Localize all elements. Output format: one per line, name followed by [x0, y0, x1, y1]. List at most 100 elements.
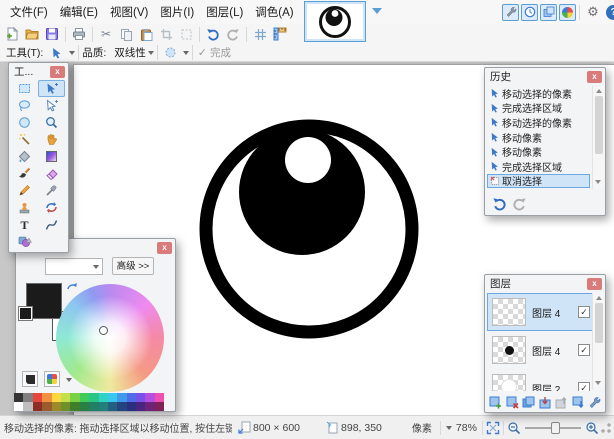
- swap-colors-icon[interactable]: [66, 281, 78, 293]
- palette-swatch[interactable]: [33, 393, 42, 402]
- palette-swatch[interactable]: [155, 393, 164, 402]
- zoom-out-button[interactable]: [507, 421, 521, 435]
- palette-swatch[interactable]: [23, 402, 32, 411]
- tool-ellipse-select[interactable]: [11, 114, 38, 131]
- tool-paintbrush[interactable]: [11, 165, 38, 182]
- palette-swatch[interactable]: [61, 402, 70, 411]
- deselect-button[interactable]: [176, 25, 196, 43]
- history-item[interactable]: 移动选择的像素: [487, 115, 590, 130]
- zoom-to-window-button[interactable]: [486, 421, 500, 435]
- tool-clone-stamp[interactable]: [11, 199, 38, 216]
- layers-window-toggle[interactable]: [540, 4, 557, 21]
- scroll-up-icon[interactable]: [596, 296, 602, 300]
- resize-grip[interactable]: [600, 422, 612, 434]
- tool-rectangle-select[interactable]: [11, 80, 38, 97]
- tool-move-selection[interactable]: [38, 97, 65, 114]
- tool-gradient[interactable]: [38, 148, 65, 165]
- zoom-level-value[interactable]: 78%: [456, 422, 477, 434]
- delete-layer-button[interactable]: [505, 395, 520, 410]
- rulers-toggle-button[interactable]: [270, 25, 290, 43]
- palette-swatch[interactable]: [52, 393, 61, 402]
- scroll-down-icon[interactable]: [595, 180, 601, 184]
- palette-swatch[interactable]: [14, 393, 23, 402]
- history-window-toggle[interactable]: [521, 4, 538, 21]
- history-scroll-thumb[interactable]: [595, 96, 603, 154]
- layer-row[interactable]: 图层 2 ✓: [487, 369, 593, 391]
- palette-swatch[interactable]: [89, 393, 98, 402]
- history-scrollbar[interactable]: [592, 86, 604, 189]
- history-panel-close-button[interactable]: x: [587, 71, 602, 83]
- tools-window-toggle[interactable]: [502, 4, 519, 21]
- quality-value[interactable]: 双线性: [114, 45, 146, 60]
- palette-swatch[interactable]: [117, 393, 126, 402]
- layer-properties-button[interactable]: [587, 395, 602, 410]
- history-item[interactable]: 移动像素: [487, 130, 590, 145]
- quality-dropdown-caret[interactable]: [148, 51, 154, 55]
- tool-line-curve[interactable]: [38, 216, 65, 233]
- advanced-colors-button[interactable]: 高级 >>: [112, 257, 154, 275]
- scroll-down-icon[interactable]: [595, 381, 601, 385]
- palette-swatch[interactable]: [145, 393, 154, 402]
- move-layer-down-button[interactable]: [571, 395, 586, 410]
- color-wheel-cursor[interactable]: [99, 326, 108, 335]
- colors-window-toggle[interactable]: [559, 4, 576, 21]
- zoom-in-button[interactable]: [585, 421, 599, 435]
- palette-swatch[interactable]: [23, 393, 32, 402]
- palette-swatch[interactable]: [136, 393, 145, 402]
- tool-dropdown-caret[interactable]: [69, 51, 75, 55]
- palette-swatch[interactable]: [80, 393, 89, 402]
- menu-image[interactable]: 图片(I): [154, 4, 200, 20]
- add-to-palette-button[interactable]: [22, 371, 38, 387]
- color-wheel[interactable]: [56, 284, 164, 392]
- help-button[interactable]: ?: [606, 5, 614, 20]
- image-tab[interactable]: [304, 1, 366, 42]
- history-panel-titlebar[interactable]: 历史 x: [485, 68, 605, 84]
- menu-view[interactable]: 视图(V): [104, 4, 154, 20]
- merge-layer-down-button[interactable]: [538, 395, 553, 410]
- menu-layers[interactable]: 图层(L): [200, 4, 249, 20]
- palette-swatch[interactable]: [42, 402, 51, 411]
- layers-scroll-thumb[interactable]: [595, 303, 603, 343]
- finish-button[interactable]: 完成: [210, 45, 231, 60]
- duplicate-layer-button[interactable]: [521, 395, 536, 410]
- tool-zoom[interactable]: [38, 114, 65, 131]
- palette-swatch[interactable]: [127, 393, 136, 402]
- tool-pan[interactable]: [38, 131, 65, 148]
- open-button[interactable]: [22, 25, 42, 43]
- layer-row-selected[interactable]: 图层 4 ✓: [487, 293, 593, 331]
- colors-panel-close-button[interactable]: x: [157, 242, 172, 254]
- palette-swatch[interactable]: [14, 402, 23, 411]
- tool-lasso-select[interactable]: [11, 97, 38, 114]
- copy-button[interactable]: [116, 25, 136, 43]
- color-target-dropdown[interactable]: [45, 258, 103, 275]
- layer-visibility-checkbox[interactable]: ✓: [578, 306, 590, 318]
- selection-mode-button[interactable]: [161, 44, 181, 62]
- history-redo-button[interactable]: [509, 194, 529, 212]
- palette-menu-caret[interactable]: [66, 378, 72, 382]
- palette-swatch[interactable]: [155, 402, 164, 411]
- layers-panel-close-button[interactable]: x: [587, 278, 602, 290]
- tool-color-picker[interactable]: [38, 182, 65, 199]
- move-layer-up-button[interactable]: [554, 395, 569, 410]
- history-item[interactable]: 移动像素: [487, 144, 590, 159]
- add-layer-button[interactable]: [488, 395, 503, 410]
- palette-swatch[interactable]: [127, 402, 136, 411]
- tool-eraser[interactable]: [38, 165, 65, 182]
- undo-button[interactable]: [203, 25, 223, 43]
- palette-swatch[interactable]: [89, 402, 98, 411]
- menu-edit[interactable]: 编辑(E): [54, 4, 104, 20]
- layer-visibility-checkbox[interactable]: ✓: [578, 344, 590, 356]
- palette-swatch[interactable]: [70, 402, 79, 411]
- palette-swatch[interactable]: [80, 402, 89, 411]
- paste-button[interactable]: [136, 25, 156, 43]
- zoom-slider-thumb[interactable]: [551, 422, 560, 434]
- tool-move-selected-pixels[interactable]: [38, 80, 65, 97]
- mini-color-swatch[interactable]: [19, 307, 32, 320]
- grid-toggle-button[interactable]: [250, 25, 270, 43]
- zoom-slider[interactable]: [525, 427, 581, 429]
- settings-gear-button[interactable]: ⚙: [583, 3, 603, 21]
- layer-row[interactable]: 图层 4 ✓: [487, 331, 593, 369]
- tool-pencil[interactable]: [11, 182, 38, 199]
- save-button[interactable]: [42, 25, 62, 43]
- tool-shapes[interactable]: [11, 233, 38, 250]
